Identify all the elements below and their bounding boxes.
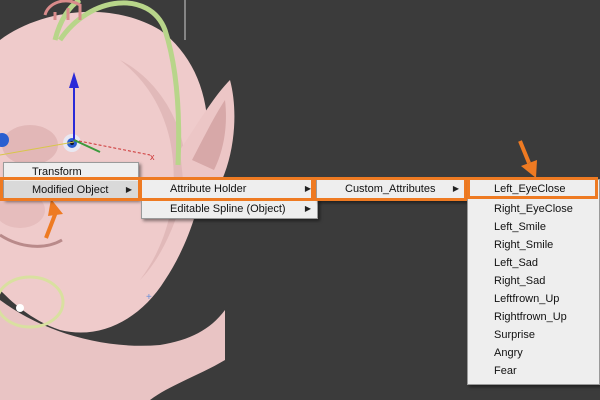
submenu-arrow-icon: ▶ — [304, 184, 311, 193]
menu-item-modified-object[interactable]: Modified Object ▶ — [4, 181, 138, 199]
menu-item-angry[interactable]: Angry — [468, 344, 599, 362]
menu-item-leftfrown-up[interactable]: Leftfrown_Up — [468, 290, 599, 308]
menu-item-editable-spline[interactable]: Editable Spline (Object) ▶ — [142, 200, 317, 218]
menu-item-label: Editable Spline (Object) — [170, 203, 286, 215]
menu-item-label: Rightfrown_Up — [494, 311, 567, 323]
menu-item-left-sad[interactable]: Left_Sad — [468, 254, 599, 272]
modified-object-submenu: Attribute Holder ▶ Editable Spline (Obje… — [141, 179, 318, 219]
menu-item-label: Leftfrown_Up — [494, 293, 560, 305]
menu-item-label: Left_Sad — [494, 257, 539, 269]
menu-item-label: Right_Smile — [494, 239, 554, 251]
menu-item-right-sad[interactable]: Right_Sad — [468, 272, 599, 290]
menu-item-right-eyeclose[interactable]: Right_EyeClose — [468, 200, 599, 218]
menu-item-label: Attribute Holder — [170, 183, 247, 195]
submenu-arrow-icon: ▶ — [452, 184, 459, 193]
menu-item-rightfrown-up[interactable]: Rightfrown_Up — [468, 308, 599, 326]
menu-item-transform[interactable]: Transform — [4, 163, 138, 181]
submenu-arrow-icon: ▶ — [125, 185, 132, 194]
menu-item-label: Right_Sad — [494, 275, 546, 287]
svg-text:x: x — [150, 152, 155, 162]
menu-item-label: Angry — [494, 347, 523, 359]
pointer-arrow-icon — [518, 140, 537, 178]
attribute-holder-submenu: Custom_Attributes ▶ — [316, 179, 466, 201]
menu-item-attribute-holder[interactable]: Attribute Holder ▶ — [142, 180, 317, 198]
menu-item-label: Left_Smile — [494, 221, 546, 233]
menu-item-label: Modified Object — [32, 184, 109, 196]
custom-attributes-submenu: Left_EyeClose Right_EyeClose Left_Smile … — [467, 179, 600, 385]
menu-item-custom-attributes[interactable]: Custom_Attributes ▶ — [317, 180, 465, 198]
submenu-arrow-icon: ▶ — [304, 204, 311, 213]
menu-item-label: Fear — [494, 365, 517, 377]
menu-item-label: Transform — [32, 166, 82, 178]
menu-item-left-smile[interactable]: Left_Smile — [468, 218, 599, 236]
menu-item-left-eyeclose[interactable]: Left_EyeClose — [468, 180, 599, 198]
menu-item-surprise[interactable]: Surprise — [468, 326, 599, 344]
svg-text:+: + — [146, 292, 152, 303]
quad-menu: Transform Modified Object ▶ — [3, 162, 139, 200]
menu-item-label: Left_EyeClose — [494, 183, 566, 195]
menu-item-label: Surprise — [494, 329, 535, 341]
menu-item-label: Right_EyeClose — [494, 203, 573, 215]
menu-item-label: Custom_Attributes — [345, 183, 436, 195]
menu-item-fear[interactable]: Fear — [468, 362, 599, 380]
menu-item-right-smile[interactable]: Right_Smile — [468, 236, 599, 254]
